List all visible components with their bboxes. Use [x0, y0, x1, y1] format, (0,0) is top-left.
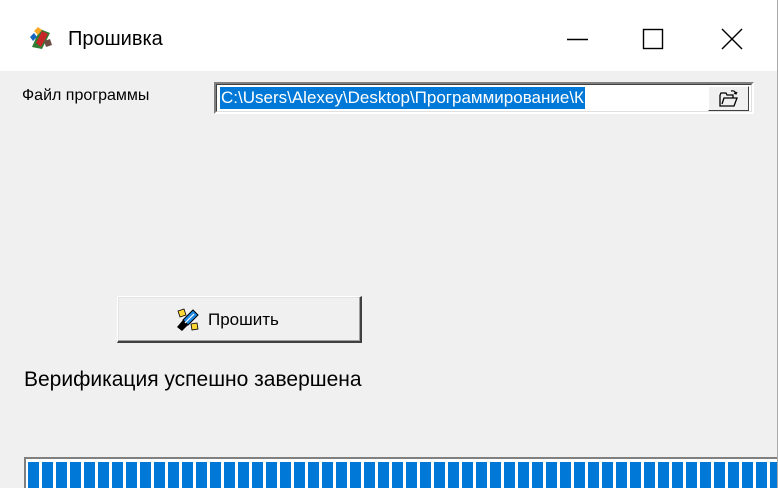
app-chip-icon [30, 27, 52, 49]
file-path-input[interactable]: C:\Users\Alexey\Desktop\Программирование… [220, 87, 704, 109]
progress-bar [24, 457, 777, 488]
status-message: Верификация успешно завершена [24, 368, 362, 391]
minimize-icon [567, 38, 588, 41]
window-title: Прошивка [68, 28, 163, 50]
file-path-field[interactable]: C:\Users\Alexey\Desktop\Программирование… [214, 82, 754, 114]
file-path-value: C:\Users\Alexey\Desktop\Программирование… [220, 87, 585, 109]
title-bar[interactable]: Прошивка [0, 0, 777, 71]
minimize-button[interactable] [552, 18, 608, 60]
file-label: Файл программы [22, 87, 150, 104]
open-folder-icon [719, 90, 738, 107]
flash-wand-icon [177, 308, 199, 331]
maximize-button[interactable] [625, 18, 681, 60]
close-button[interactable] [712, 18, 768, 60]
maximize-icon [642, 28, 664, 50]
progress-fill [28, 462, 777, 488]
firmware-window: Прошивка Файл программы C:\Users\Alexey\… [0, 0, 778, 488]
browse-button[interactable] [708, 86, 749, 111]
flash-button-label: Прошить [208, 310, 279, 329]
flash-button[interactable]: Прошить [117, 296, 362, 343]
close-icon [721, 28, 743, 50]
